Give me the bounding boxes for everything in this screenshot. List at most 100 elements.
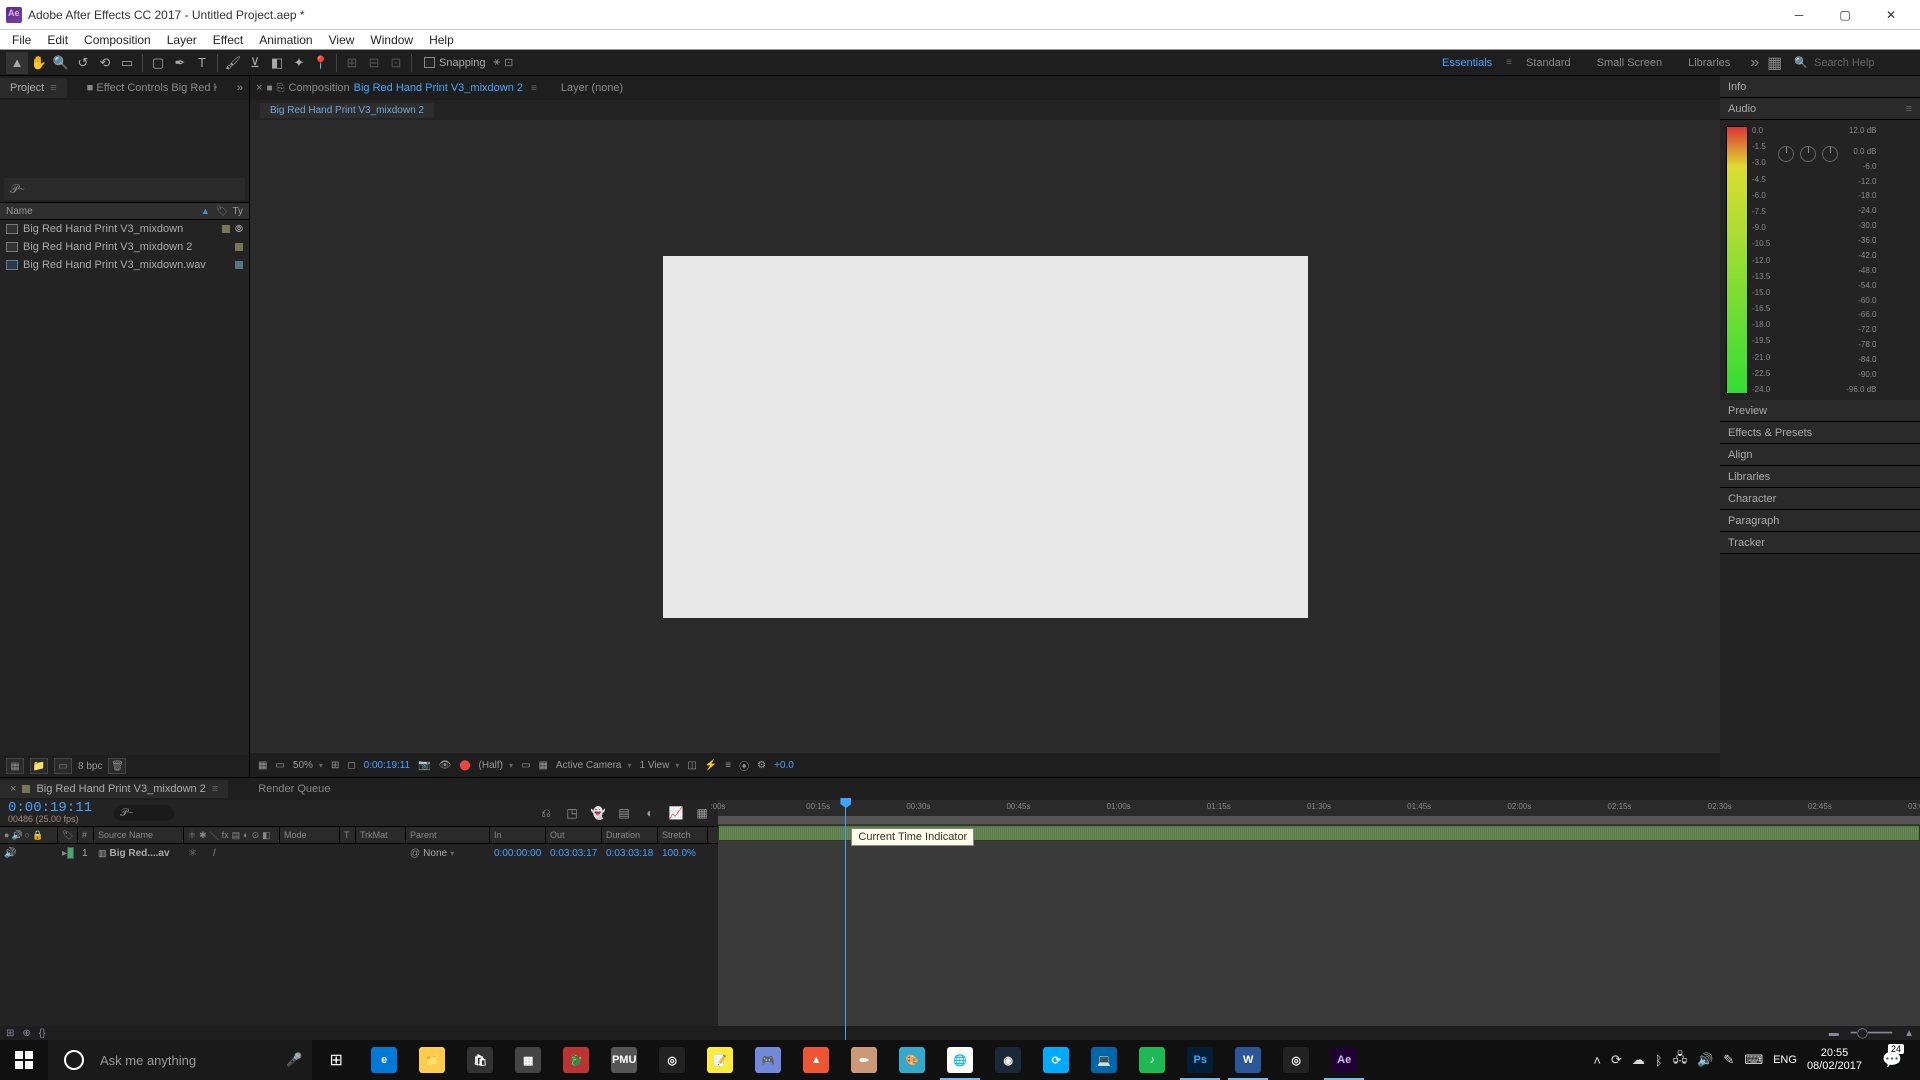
taskbar-app[interactable]: ⟳	[1032, 1040, 1080, 1080]
project-bpc[interactable]: 8 bpc	[78, 761, 102, 772]
col-in[interactable]: In	[490, 827, 546, 843]
timeline-layer-row[interactable]: 🔊 ▸ 1 ▥Big Red....av ⚛ / @ None	[0, 844, 718, 862]
taskbar-app-edge[interactable]: e	[360, 1040, 408, 1080]
work-area-bar[interactable]	[718, 816, 1920, 824]
menu-effect[interactable]: Effect	[205, 31, 251, 49]
label-col-icon[interactable]: 🏷	[62, 830, 73, 841]
switches-icon[interactable]: ✱	[199, 830, 207, 841]
roi-icon[interactable]: ▭	[521, 760, 530, 771]
comp-close-icon[interactable]: ×	[256, 82, 262, 94]
taskbar-app-obs[interactable]: ◎	[648, 1040, 696, 1080]
puppet-tool[interactable]: 📍	[310, 52, 332, 74]
layer-name[interactable]: Big Red....av	[110, 848, 170, 859]
eraser-tool[interactable]: ◧	[266, 52, 288, 74]
roto-tool[interactable]: ✦	[288, 52, 310, 74]
tracker-panel-header[interactable]: Tracker	[1720, 532, 1920, 554]
effect-controls-tab[interactable]: ■ Effect Controls Big Red Hand F	[77, 78, 217, 98]
time-ruler[interactable]: :00s00:15s00:30s00:45s01:00s01:15s01:30s…	[718, 800, 1920, 816]
res-icon[interactable]: ▭	[275, 760, 284, 771]
av-toggle-icon[interactable]: ●	[4, 830, 9, 840]
rotate-tool[interactable]: ⟲	[94, 52, 116, 74]
taskbar-app[interactable]: 🎨	[888, 1040, 936, 1080]
snapshot-icon[interactable]: 📷	[418, 760, 430, 771]
layer-out[interactable]: 0:03:03:17	[546, 844, 602, 862]
taskbar-app-chrome[interactable]: 🌐	[936, 1040, 984, 1080]
close-button[interactable]: ✕	[1868, 0, 1914, 30]
start-button[interactable]	[0, 1040, 48, 1080]
tray-onedrive-icon[interactable]: ☁	[1632, 1052, 1645, 1068]
taskbar-app[interactable]: ✏	[840, 1040, 888, 1080]
comp-lock-icon[interactable]: ■	[266, 83, 272, 94]
timeline-right[interactable]: :00s00:15s00:30s00:45s01:00s01:15s01:30s…	[718, 800, 1920, 1026]
zoom-slider[interactable]: ━◯━━━━	[1851, 1028, 1892, 1039]
delete-icon[interactable]: 🗑	[108, 758, 126, 774]
switches-icon[interactable]: ＼	[210, 829, 219, 842]
switches-icon[interactable]: ▤	[232, 830, 241, 841]
tray-up-icon[interactable]: ˄	[1593, 1053, 1601, 1068]
view-axis-icon[interactable]: ⊡	[385, 52, 407, 74]
selection-tool[interactable]: ▲	[6, 52, 28, 74]
taskbar-app[interactable]: ▦	[504, 1040, 552, 1080]
preview-panel-header[interactable]: Preview	[1720, 400, 1920, 422]
taskbar-app[interactable]: PMU	[600, 1040, 648, 1080]
tray-volume-icon[interactable]: 🔊	[1697, 1052, 1713, 1068]
tray-lang[interactable]: ENG	[1773, 1054, 1797, 1066]
character-panel-header[interactable]: Character	[1720, 488, 1920, 510]
workspace-essentials[interactable]: Essentials	[1430, 53, 1504, 73]
workspace-grid-icon[interactable]: ▦	[1767, 53, 1782, 73]
menu-layer[interactable]: Layer	[159, 31, 205, 49]
switch[interactable]: /	[213, 848, 216, 859]
menu-animation[interactable]: Animation	[251, 31, 320, 49]
clone-tool[interactable]: ⊻	[244, 52, 266, 74]
grid-icon[interactable]: ⊞	[331, 760, 339, 771]
libraries-panel-header[interactable]: Libraries	[1720, 466, 1920, 488]
orbit-tool[interactable]: ↺	[72, 52, 94, 74]
workspace-smallscreen[interactable]: Small Screen	[1585, 53, 1674, 73]
layer-duration[interactable]: 0:03:03:18	[602, 844, 658, 862]
layer-none-tab[interactable]: Layer (none)	[561, 82, 623, 94]
switches-icon[interactable]: ◧	[262, 830, 271, 841]
col-out[interactable]: Out	[546, 827, 602, 843]
transparency-icon[interactable]: ▦	[538, 760, 547, 771]
brush-tool[interactable]: 🖌	[222, 52, 244, 74]
view-dropdown[interactable]: 1 View	[640, 760, 680, 771]
flowchart-icon[interactable]: ⦿	[739, 758, 749, 773]
col-stretch[interactable]: Stretch	[658, 827, 708, 843]
audio-knob-center[interactable]	[1800, 146, 1816, 162]
snapping-checkbox[interactable]	[424, 57, 435, 68]
panel-menu-icon[interactable]: ≡	[1906, 103, 1912, 115]
maximize-button[interactable]: ▢	[1822, 0, 1868, 30]
workspace-overflow-icon[interactable]: »	[1750, 54, 1759, 72]
lock-icon[interactable]: 🔒	[32, 830, 43, 841]
audio-knob-right[interactable]	[1822, 146, 1838, 162]
menu-composition[interactable]: Composition	[76, 31, 159, 49]
pen-tool[interactable]: ✒	[169, 52, 191, 74]
current-time-indicator[interactable]	[845, 800, 846, 1040]
interpret-footage-icon[interactable]: ▦	[6, 758, 24, 774]
tray-input-icon[interactable]: ✎	[1723, 1052, 1734, 1068]
motion-blur-icon[interactable]: ◐	[640, 804, 660, 822]
menu-file[interactable]: File	[4, 31, 39, 49]
zoom-in-icon[interactable]: ▲	[1904, 1028, 1914, 1039]
magnify-icon[interactable]: ▦	[258, 760, 267, 771]
tray-clock[interactable]: 20:55 08/02/2017	[1807, 1047, 1862, 1073]
comp-name[interactable]: Big Red Hand Print V3_mixdown 2	[354, 82, 523, 94]
help-search-input[interactable]	[1814, 57, 1914, 69]
zoom-out-icon[interactable]: ▬	[1829, 1028, 1839, 1039]
project-tab[interactable]: Project≡	[0, 78, 67, 98]
world-axis-icon[interactable]: ⊟	[363, 52, 385, 74]
align-panel-header[interactable]: Align	[1720, 444, 1920, 466]
show-snapshot-icon[interactable]: 👁	[439, 760, 452, 771]
comp-flow-icon[interactable]: ⎘	[276, 83, 284, 94]
taskbar-app[interactable]: 💻	[1080, 1040, 1128, 1080]
taskbar-app-discord[interactable]: 🎮	[744, 1040, 792, 1080]
composition-viewport[interactable]	[250, 120, 1720, 753]
col-parent[interactable]: Parent	[406, 827, 490, 843]
new-comp-icon[interactable]: ▭	[54, 758, 72, 774]
taskbar-app-store[interactable]: 🛍	[456, 1040, 504, 1080]
menu-edit[interactable]: Edit	[39, 31, 76, 49]
taskbar-app-steam[interactable]: ◉	[984, 1040, 1032, 1080]
project-columns-header[interactable]: Name ▲ 🏷 Ty	[0, 202, 249, 220]
type-tool[interactable]: T	[191, 52, 213, 74]
breadcrumb[interactable]: Big Red Hand Print V3_mixdown 2	[260, 103, 434, 118]
